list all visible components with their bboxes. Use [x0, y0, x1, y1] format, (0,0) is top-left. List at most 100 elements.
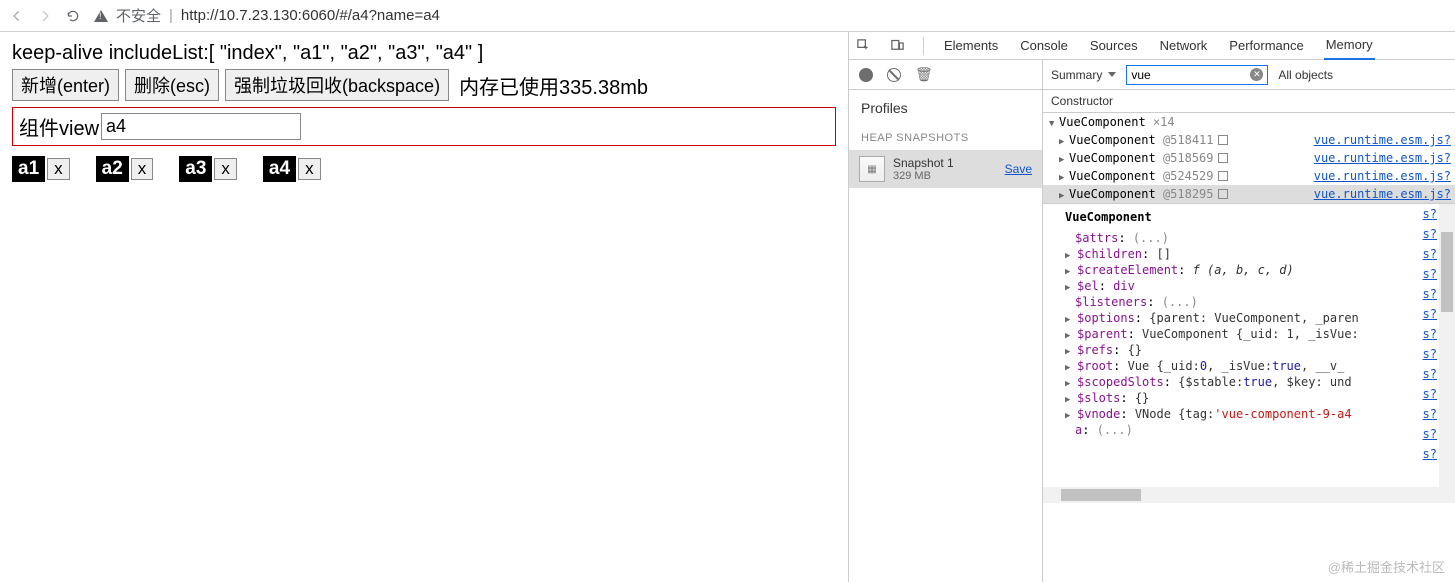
source-link[interactable]: vue.runtime.esm.js?	[1314, 151, 1451, 165]
disclosure-triangle-icon[interactable]	[1065, 359, 1075, 373]
source-link[interactable]: s?	[1423, 404, 1437, 424]
instance-row[interactable]: VueComponent @518569vue.runtime.esm.js?	[1043, 149, 1455, 167]
property-row[interactable]: $parent: VueComponent {_uid: 1, _isVue:	[1043, 326, 1455, 342]
object-id: @524529	[1163, 169, 1214, 183]
memory-usage-text: 内存已使用335.38mb	[459, 71, 648, 100]
tab-close-button[interactable]: x	[131, 158, 154, 180]
source-link[interactable]: vue.runtime.esm.js?	[1314, 133, 1451, 147]
disclosure-triangle-icon[interactable]	[1065, 391, 1075, 405]
property-row[interactable]: $listeners: (...)	[1043, 294, 1455, 310]
disclosure-triangle-icon[interactable]	[1065, 407, 1075, 421]
tab-memory[interactable]: Memory	[1324, 31, 1375, 60]
class-filter-input[interactable]: ✕	[1126, 65, 1268, 85]
separator: |	[169, 7, 173, 24]
vertical-scrollbar[interactable]	[1439, 204, 1455, 503]
reload-icon[interactable]	[66, 9, 80, 23]
filter-field[interactable]	[1131, 68, 1250, 82]
trash-icon[interactable]: 🗑	[915, 66, 933, 83]
tab-a2[interactable]: a2x	[96, 156, 154, 182]
snapshot-save-link[interactable]: Save	[1005, 162, 1032, 176]
add-button[interactable]: 新增(enter)	[12, 69, 119, 101]
scrollbar-thumb[interactable]	[1061, 489, 1141, 501]
back-icon[interactable]	[10, 9, 24, 23]
tab-network[interactable]: Network	[1158, 32, 1210, 59]
instance-name: VueComponent	[1069, 151, 1156, 165]
tab-a3[interactable]: a3x	[179, 156, 237, 182]
source-link[interactable]: s?	[1423, 204, 1437, 224]
property-row[interactable]: $el: div	[1043, 278, 1455, 294]
forward-icon[interactable]	[38, 9, 52, 23]
tab-elements[interactable]: Elements	[942, 32, 1000, 59]
tab-close-button[interactable]: x	[47, 158, 70, 180]
url-text: http://10.7.23.130:6060/#/a4?name=a4	[181, 7, 440, 24]
source-link[interactable]: s?	[1423, 364, 1437, 384]
property-row[interactable]: $attrs: (...)	[1043, 230, 1455, 246]
inspect-icon[interactable]	[855, 38, 871, 54]
tab-a1[interactable]: a1x	[12, 156, 70, 182]
view-select[interactable]: Summary	[1051, 68, 1116, 82]
tab-close-button[interactable]: x	[214, 158, 237, 180]
tab-a4[interactable]: a4x	[263, 156, 321, 182]
object-detail-panel: VueComponent $attrs: (...) $children: []…	[1043, 203, 1455, 503]
tab-console[interactable]: Console	[1018, 32, 1070, 59]
disclosure-triangle-icon[interactable]	[1059, 133, 1067, 147]
disclosure-triangle-icon[interactable]	[1065, 327, 1075, 341]
disclosure-triangle-icon[interactable]	[1065, 343, 1075, 357]
source-link[interactable]: s?	[1423, 344, 1437, 364]
disclosure-triangle-icon[interactable]	[1065, 263, 1075, 277]
disclosure-triangle-icon[interactable]	[1065, 375, 1075, 389]
record-icon[interactable]	[859, 68, 873, 82]
delete-button[interactable]: 删除(esc)	[125, 69, 219, 101]
disclosure-triangle-icon[interactable]	[1065, 279, 1075, 293]
snapshot-item[interactable]: ▦ Snapshot 1 329 MB Save	[849, 150, 1042, 188]
gc-button[interactable]: 强制垃圾回收(backspace)	[225, 69, 449, 101]
clear-icon[interactable]	[887, 68, 901, 82]
source-link[interactable]: s?	[1423, 264, 1437, 284]
source-link[interactable]: vue.runtime.esm.js?	[1314, 169, 1451, 183]
instance-row[interactable]: VueComponent @518295 vue.runtime.esm.js?	[1043, 185, 1455, 203]
address-bar[interactable]: 不安全 | http://10.7.23.130:6060/#/a4?name=…	[94, 5, 440, 26]
source-link[interactable]: s?	[1423, 244, 1437, 264]
source-link[interactable]: s?	[1423, 444, 1437, 464]
source-link[interactable]: s?	[1423, 424, 1437, 444]
disclosure-triangle-icon[interactable]	[1065, 247, 1075, 261]
tab-performance[interactable]: Performance	[1227, 32, 1305, 59]
disclosure-triangle-icon[interactable]	[1059, 187, 1067, 201]
horizontal-scrollbar[interactable]	[1043, 487, 1439, 503]
instance-row[interactable]: VueComponent @518411vue.runtime.esm.js?	[1043, 131, 1455, 149]
instance-name: VueComponent	[1069, 187, 1156, 201]
device-toggle-icon[interactable]	[889, 38, 905, 54]
constructor-column-header: Constructor	[1043, 90, 1455, 113]
instance-row[interactable]: VueComponent @524529vue.runtime.esm.js?	[1043, 167, 1455, 185]
disclosure-triangle-icon[interactable]	[1049, 115, 1057, 129]
object-id: @518295	[1163, 187, 1214, 201]
component-view-input[interactable]	[101, 113, 301, 140]
source-link[interactable]: s?	[1423, 324, 1437, 344]
insecure-warning-icon	[94, 10, 108, 22]
watermark-text: @稀土掘金技术社区	[1328, 557, 1445, 576]
property-row[interactable]: $refs: {}	[1043, 342, 1455, 358]
source-link[interactable]: s?	[1423, 384, 1437, 404]
disclosure-triangle-icon[interactable]	[1059, 169, 1067, 183]
tab-close-button[interactable]: x	[298, 158, 321, 180]
property-row[interactable]: $slots: {}	[1043, 390, 1455, 406]
property-row[interactable]: $scopedSlots: {$stable: true, $key: und	[1043, 374, 1455, 390]
property-row[interactable]: $options: {parent: VueComponent, _paren	[1043, 310, 1455, 326]
property-row[interactable]: $createElement: f (a, b, c, d)	[1043, 262, 1455, 278]
constructor-group[interactable]: VueComponent ×14	[1043, 113, 1455, 131]
disclosure-triangle-icon[interactable]	[1065, 311, 1075, 325]
tab-sources[interactable]: Sources	[1088, 32, 1140, 59]
property-row[interactable]: $vnode: VNode {tag: 'vue-component-9-a4	[1043, 406, 1455, 422]
source-link[interactable]: s?	[1423, 304, 1437, 324]
source-link[interactable]: s?	[1423, 224, 1437, 244]
property-row[interactable]: a: (...)	[1043, 422, 1455, 438]
clear-filter-icon[interactable]: ✕	[1250, 68, 1263, 81]
disclosure-triangle-icon[interactable]	[1059, 151, 1067, 165]
scrollbar-thumb[interactable]	[1441, 232, 1453, 312]
property-row[interactable]: $root: Vue {_uid: 0, _isVue: true, __v_	[1043, 358, 1455, 374]
constructor-list: VueComponent ×14 VueComponent @518411vue…	[1043, 113, 1455, 582]
property-row[interactable]: $children: []	[1043, 246, 1455, 262]
profiles-sidebar: 🗑 Profiles HEAP SNAPSHOTS ▦ Snapshot 1 3…	[849, 60, 1043, 582]
source-link[interactable]: s?	[1423, 284, 1437, 304]
source-link[interactable]: vue.runtime.esm.js?	[1314, 187, 1451, 201]
